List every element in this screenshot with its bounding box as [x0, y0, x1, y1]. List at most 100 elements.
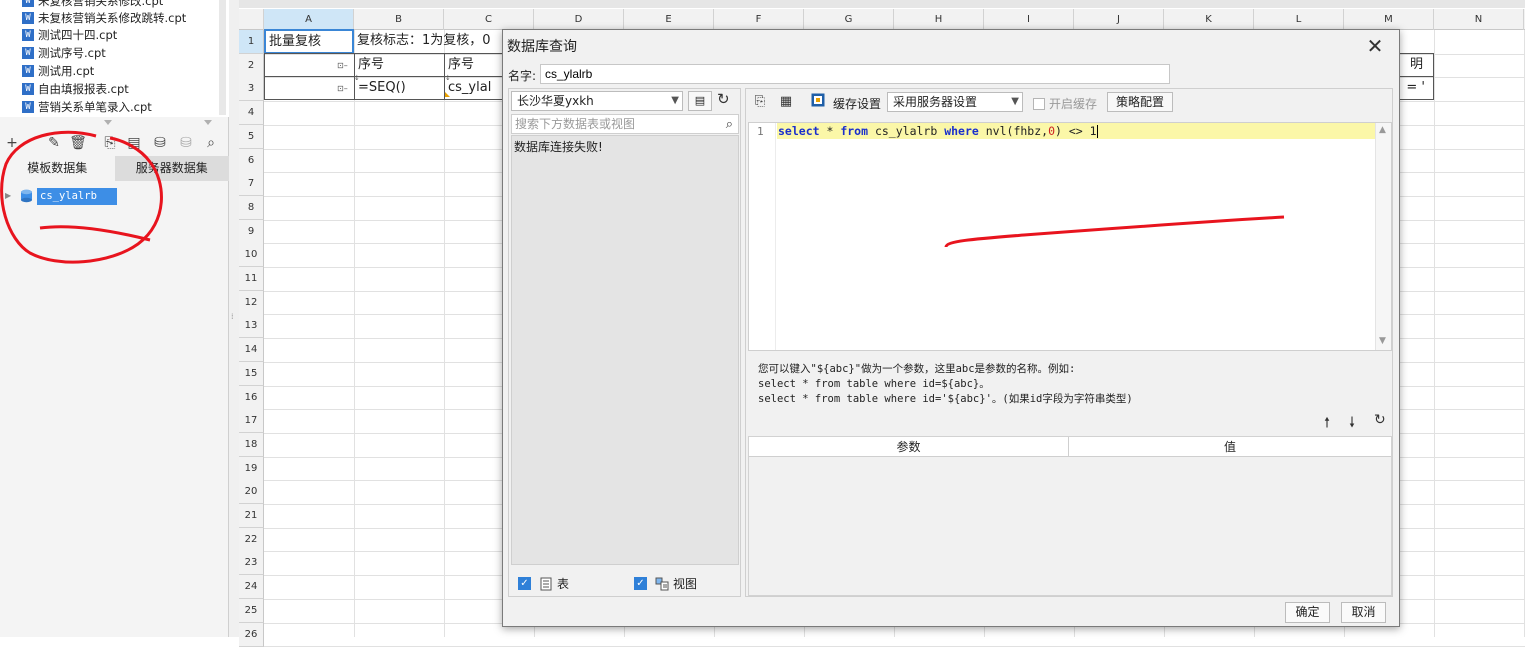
- row-header-cell[interactable]: 7: [239, 172, 264, 197]
- column-header-cell[interactable]: N: [1434, 9, 1524, 30]
- row-header-cell[interactable]: 11: [239, 267, 264, 291]
- sql-panel: ⎘ ▦ 缓存设置 采用服务器设置 ▼ 开启缓存 策略配置 1 select * …: [745, 88, 1393, 597]
- row-header-cell[interactable]: 4: [239, 101, 264, 126]
- file-list: W 未复核营销关系修改.cpt W 未复核营销关系修改跳转.cpt W 测试四十四.cpt…: [0, 0, 229, 117]
- row-header-cell[interactable]: 9: [239, 219, 264, 244]
- column-header-cell[interactable]: E: [624, 9, 714, 30]
- row-header-cell[interactable]: 23: [239, 551, 264, 576]
- view-checkbox-label: 视图: [673, 577, 698, 591]
- report-file-icon: W: [22, 47, 34, 59]
- cache-settings-select[interactable]: 采用服务器设置 ▼: [887, 92, 1023, 112]
- column-header-cell[interactable]: M: [1344, 9, 1434, 30]
- move-up-icon[interactable]: 🠕: [1324, 412, 1330, 436]
- move-down-icon[interactable]: 🠗: [1349, 412, 1355, 436]
- refresh-params-icon[interactable]: ↻: [1374, 412, 1386, 428]
- file-item[interactable]: W 测试用.cpt: [22, 62, 94, 80]
- table-search-placeholder: 搜索下方数据表或视图: [515, 117, 636, 131]
- cell-c2[interactable]: 序号: [444, 53, 504, 77]
- cell-b3[interactable]: =SEQ(): [354, 76, 445, 100]
- row-header-cell[interactable]: 10: [239, 243, 264, 268]
- row-header-cell[interactable]: 19: [239, 456, 264, 481]
- row-header-cell[interactable]: 1: [239, 30, 264, 54]
- file-item[interactable]: W 测试四十四.cpt: [22, 26, 117, 44]
- view-checkbox[interactable]: ✓ 视图: [634, 575, 697, 592]
- file-item[interactable]: W 测试序号.cpt: [22, 44, 106, 62]
- sql-text[interactable]: select * from cs_ylalrb where nvl(fhbz,0…: [777, 123, 1376, 139]
- column-header-cell[interactable]: G: [804, 9, 894, 30]
- table-list[interactable]: 数据库连接失败!: [511, 135, 739, 565]
- cell-b1[interactable]: 复核标志：1为复核，0: [354, 30, 502, 54]
- refresh-icon[interactable]: ↻: [717, 90, 730, 108]
- db-connection-select[interactable]: 长沙华夏yxkh ▼: [511, 91, 683, 111]
- row-header-cell[interactable]: 13: [239, 314, 264, 339]
- chevron-down-icon: ▼: [671, 95, 679, 106]
- sql-keyword: where: [944, 124, 979, 138]
- table-search-input[interactable]: 搜索下方数据表或视图 ⌕: [511, 114, 739, 134]
- cell-a1[interactable]: 批量复核: [264, 29, 354, 54]
- column-header-cell[interactable]: K: [1164, 9, 1254, 30]
- gridline: [1434, 30, 1435, 637]
- row-header-cell[interactable]: 6: [239, 148, 264, 173]
- enable-cache-checkbox[interactable]: 开启缓存: [1033, 95, 1097, 112]
- row-header-cell[interactable]: 8: [239, 195, 264, 220]
- table-checkbox[interactable]: ✓ 表: [518, 575, 569, 592]
- column-header-cell[interactable]: J: [1074, 9, 1164, 30]
- row-header-cell[interactable]: 16: [239, 385, 264, 410]
- column-header-cell[interactable]: C: [444, 9, 534, 30]
- cell-expand-icon[interactable]: ⊡–: [337, 61, 348, 70]
- cell-c3[interactable]: cs_ylal: [444, 76, 504, 100]
- checkbox-checked-icon[interactable]: ✓: [634, 577, 647, 590]
- column-header-cell[interactable]: D: [534, 9, 624, 30]
- row-header-cell[interactable]: 15: [239, 361, 264, 386]
- column-header-cell[interactable]: L: [1254, 9, 1344, 30]
- param-hint-line: select * from table where id='${abc}'。(如…: [758, 393, 1133, 405]
- save-icon[interactable]: ▦: [777, 93, 795, 111]
- column-header-cell[interactable]: I: [984, 9, 1074, 30]
- row-header-cell[interactable]: 25: [239, 598, 264, 623]
- row-header-cell[interactable]: 22: [239, 527, 264, 552]
- file-name: 测试用.cpt: [38, 64, 95, 78]
- column-header-cell[interactable]: B: [354, 9, 444, 30]
- search-icon[interactable]: ⌕: [726, 116, 733, 134]
- close-icon[interactable]: ✕: [1365, 34, 1385, 58]
- cell-b2[interactable]: 序号: [354, 53, 445, 77]
- row-header-cell[interactable]: 24: [239, 575, 264, 600]
- scroll-up-icon[interactable]: ▲: [1379, 125, 1386, 135]
- row-header-cell[interactable]: 5: [239, 124, 264, 149]
- cache-icon[interactable]: [809, 93, 827, 111]
- db-connection-panel: 长沙华夏yxkh ▼ ▤ ↻ 搜索下方数据表或视图 ⌕ 数据库连接失败! ✓ 表…: [508, 88, 741, 597]
- file-item[interactable]: W 未复核营销关系修改跳转.cpt: [22, 9, 186, 27]
- sql-editor[interactable]: 1 select * from cs_ylalrb where nvl(fhbz…: [748, 122, 1392, 351]
- preview-icon[interactable]: ⎘: [751, 93, 769, 111]
- ok-button[interactable]: 确定: [1285, 602, 1330, 623]
- row-header-cell[interactable]: 2: [239, 53, 264, 78]
- row-header-cell[interactable]: 17: [239, 409, 264, 434]
- file-item[interactable]: W 自由填报报表.cpt: [22, 80, 129, 98]
- checkbox-checked-icon[interactable]: ✓: [518, 577, 531, 590]
- column-header-cell[interactable]: H: [894, 9, 984, 30]
- strategy-config-button[interactable]: 策略配置: [1107, 92, 1173, 112]
- name-field[interactable]: [540, 64, 1170, 84]
- sql-token: ) <>: [1055, 124, 1090, 138]
- cancel-button[interactable]: 取消: [1341, 602, 1386, 623]
- row-header-cell[interactable]: 26: [239, 622, 264, 647]
- row-header-cell[interactable]: 3: [239, 77, 264, 102]
- cell-expand-icon[interactable]: ⊡–: [337, 84, 348, 93]
- column-header-cell[interactable]: F: [714, 9, 804, 30]
- search-icon[interactable]: ⌕: [201, 134, 221, 152]
- scroll-down-icon[interactable]: ▼: [1379, 336, 1386, 346]
- row-header-cell[interactable]: 18: [239, 432, 264, 457]
- checkbox-unchecked-icon[interactable]: [1033, 97, 1045, 110]
- row-header-cell[interactable]: 20: [239, 480, 264, 505]
- report-file-icon: W: [22, 65, 34, 77]
- sql-scrollbar[interactable]: ▲ ▼: [1375, 123, 1391, 350]
- corner-header[interactable]: [239, 9, 264, 30]
- row-header-cell[interactable]: 12: [239, 290, 264, 315]
- row-header-cell[interactable]: 21: [239, 504, 264, 528]
- file-list-scrollbar[interactable]: [219, 0, 226, 115]
- file-item[interactable]: W 营销关系单笔录入.cpt: [22, 98, 152, 116]
- db-edit-icon[interactable]: ▤: [688, 91, 712, 111]
- column-header-cell[interactable]: A: [264, 9, 354, 30]
- enable-cache-label: 开启缓存: [1049, 97, 1098, 111]
- row-header-cell[interactable]: 14: [239, 338, 264, 363]
